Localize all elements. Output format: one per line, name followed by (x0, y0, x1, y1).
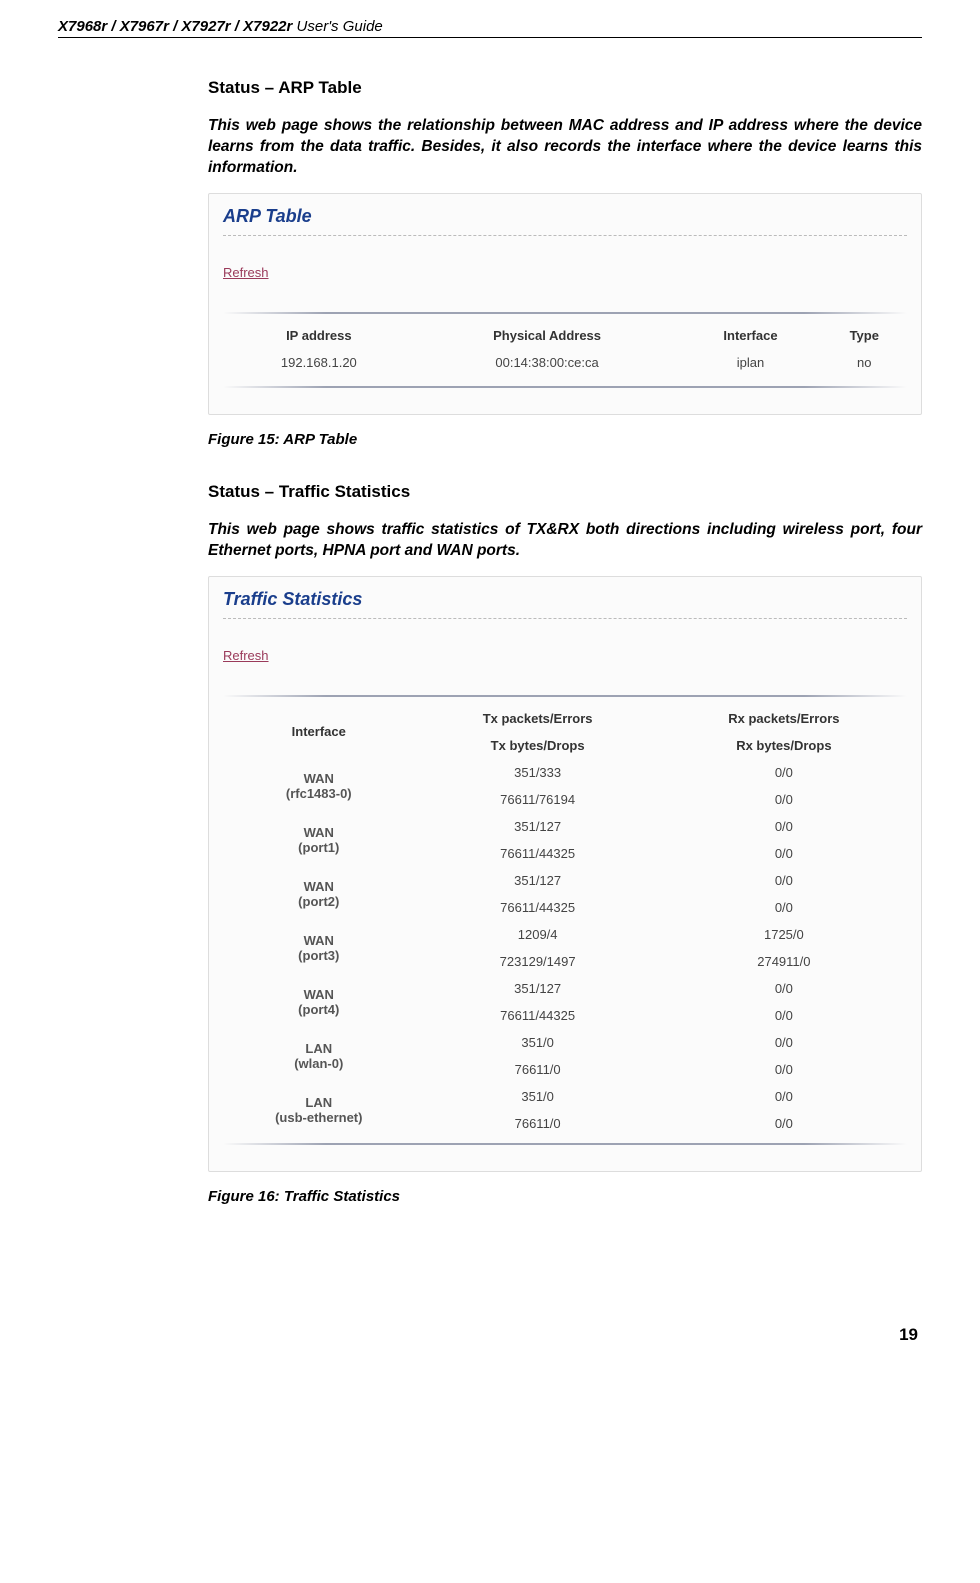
col-rx1: Rx packets/Errors (661, 705, 907, 732)
traffic-panel: Traffic Statistics Refresh Interface Tx … (208, 576, 922, 1172)
refresh-link[interactable]: Refresh (223, 265, 269, 280)
tx-bytes-drops: 76611/44325 (415, 840, 661, 867)
iface-cell: WAN(port2) (223, 867, 415, 921)
page-number: 19 (58, 1325, 922, 1345)
rx-bytes-drops: 0/0 (661, 1056, 907, 1083)
rx-packets-errors: 0/0 (661, 1083, 907, 1110)
figure15-caption: Figure 15: ARP Table (208, 431, 922, 448)
iface-cell: WAN(port4) (223, 975, 415, 1029)
tx-packets-errors: 351/127 (415, 975, 661, 1002)
table-row: WAN(port4)351/1270/0 (223, 975, 907, 1002)
col-iface: Interface (223, 705, 415, 759)
table-row: WAN(port1)351/1270/0 (223, 813, 907, 840)
tx-bytes-drops: 76611/0 (415, 1110, 661, 1137)
iface-cell: LAN(usb-ethernet) (223, 1083, 415, 1137)
table-bottom-rule (223, 1143, 907, 1145)
tx-packets-errors: 351/333 (415, 759, 661, 786)
tx-packets-errors: 351/0 (415, 1029, 661, 1056)
arp-table: IP address Physical Address Interface Ty… (223, 322, 907, 376)
rx-bytes-drops: 0/0 (661, 1002, 907, 1029)
cell-ip: 192.168.1.20 (223, 349, 415, 376)
iface-cell: LAN(wlan-0) (223, 1029, 415, 1083)
refresh-link[interactable]: Refresh (223, 648, 269, 663)
iface-cell: WAN(rfc1483-0) (223, 759, 415, 813)
col-type: Type (822, 322, 907, 349)
tx-packets-errors: 351/127 (415, 867, 661, 894)
table-row: LAN(wlan-0)351/00/0 (223, 1029, 907, 1056)
col-ip: IP address (223, 322, 415, 349)
col-tx2: Tx bytes/Drops (415, 732, 661, 759)
tx-bytes-drops: 76611/76194 (415, 786, 661, 813)
table-top-rule (223, 312, 907, 314)
tx-bytes-drops: 76611/44325 (415, 1002, 661, 1029)
page-header: X7968r / X7967r / X7927r / X7922r User's… (58, 18, 922, 38)
tx-bytes-drops: 723129/1497 (415, 948, 661, 975)
cell-phys: 00:14:38:00:ce:ca (415, 349, 680, 376)
iface-cell: WAN(port1) (223, 813, 415, 867)
table-row: 192.168.1.20 00:14:38:00:ce:ca iplan no (223, 349, 907, 376)
rx-packets-errors: 0/0 (661, 813, 907, 840)
rx-bytes-drops: 274911/0 (661, 948, 907, 975)
cell-iface: iplan (679, 349, 821, 376)
table-top-rule (223, 695, 907, 697)
traffic-panel-title: Traffic Statistics (223, 589, 907, 610)
rx-packets-errors: 0/0 (661, 759, 907, 786)
tx-packets-errors: 1209/4 (415, 921, 661, 948)
section2-title: Status – Traffic Statistics (208, 482, 922, 502)
section1-title: Status – ARP Table (208, 78, 922, 98)
rx-bytes-drops: 0/0 (661, 894, 907, 921)
header-suffix: User's Guide (292, 18, 382, 35)
col-iface: Interface (679, 322, 821, 349)
figure16-caption: Figure 16: Traffic Statistics (208, 1188, 922, 1205)
arp-panel: ARP Table Refresh IP address Physical Ad… (208, 193, 922, 415)
arp-panel-title: ARP Table (223, 206, 907, 227)
traffic-table: Interface Tx packets/Errors Rx packets/E… (223, 705, 907, 1137)
tx-bytes-drops: 76611/0 (415, 1056, 661, 1083)
divider (223, 618, 907, 619)
col-tx1: Tx packets/Errors (415, 705, 661, 732)
rx-packets-errors: 0/0 (661, 867, 907, 894)
table-bottom-rule (223, 386, 907, 388)
section1-intro: This web page shows the relationship bet… (208, 116, 922, 179)
rx-packets-errors: 0/0 (661, 975, 907, 1002)
tx-bytes-drops: 76611/44325 (415, 894, 661, 921)
divider (223, 235, 907, 236)
tx-packets-errors: 351/127 (415, 813, 661, 840)
rx-bytes-drops: 0/0 (661, 786, 907, 813)
iface-cell: WAN(port3) (223, 921, 415, 975)
header-models: X7968r / X7967r / X7927r / X7922r (58, 18, 292, 35)
cell-type: no (822, 349, 907, 376)
rx-packets-errors: 0/0 (661, 1029, 907, 1056)
table-row: WAN(port3)1209/41725/0 (223, 921, 907, 948)
col-rx2: Rx bytes/Drops (661, 732, 907, 759)
col-phys: Physical Address (415, 322, 680, 349)
table-row: WAN(port2)351/1270/0 (223, 867, 907, 894)
rx-bytes-drops: 0/0 (661, 840, 907, 867)
section2-intro: This web page shows traffic statistics o… (208, 520, 922, 562)
rx-packets-errors: 1725/0 (661, 921, 907, 948)
rx-bytes-drops: 0/0 (661, 1110, 907, 1137)
table-row: LAN(usb-ethernet)351/00/0 (223, 1083, 907, 1110)
table-row: WAN(rfc1483-0)351/3330/0 (223, 759, 907, 786)
tx-packets-errors: 351/0 (415, 1083, 661, 1110)
